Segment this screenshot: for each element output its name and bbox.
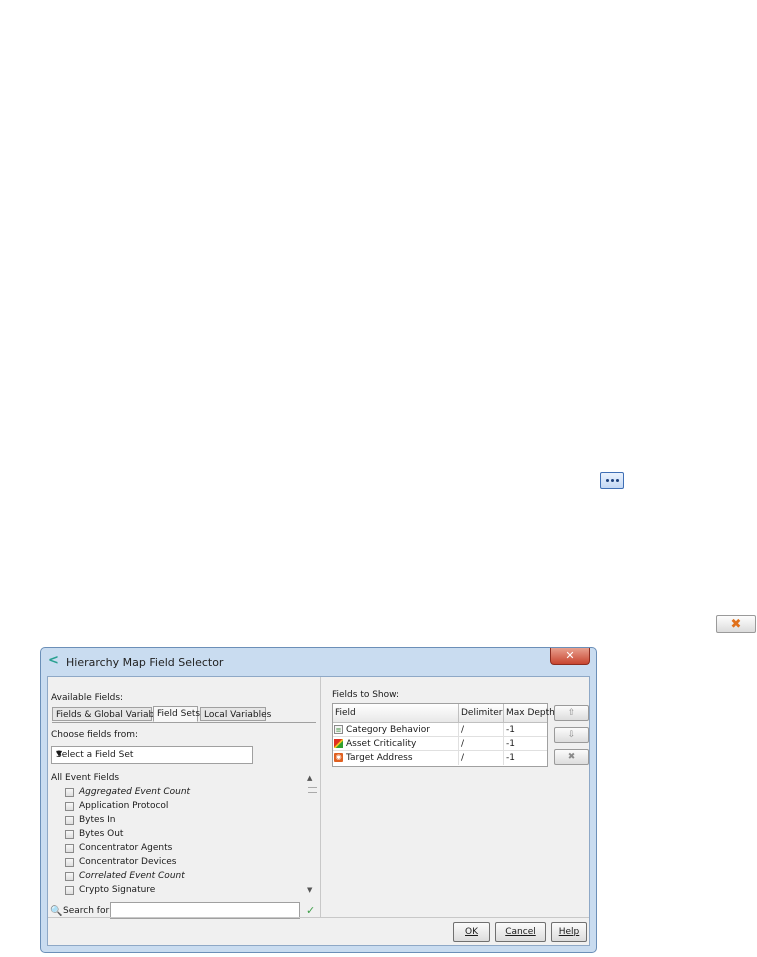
checkbox[interactable] <box>65 843 74 853</box>
field-selector-dialog: < Hierarchy Map Field Selector ✕ Availab… <box>40 647 597 953</box>
list-item[interactable]: Concentrator Devices <box>65 855 177 869</box>
dialog-footer: OK Cancel Help <box>48 917 589 946</box>
list-item-label: Application Protocol <box>79 801 169 811</box>
dialog-body: Available Fields: Fields & Global Variab… <box>47 676 590 946</box>
column-header-delimiter[interactable]: Delimiter <box>459 704 504 723</box>
checkbox[interactable] <box>65 801 74 811</box>
tab-field-sets[interactable]: Field Sets <box>153 706 200 722</box>
title-bar: < Hierarchy Map Field Selector ✕ <box>41 648 596 676</box>
column-header-field[interactable]: Field <box>333 704 459 723</box>
move-up-button[interactable]: ⇧ <box>554 705 589 721</box>
ok-button[interactable]: OK <box>453 922 490 942</box>
cancel-button[interactable]: Cancel <box>495 922 546 942</box>
fields-to-show-panel: Fields to Show: Field Delimiter Max Dept… <box>320 677 589 917</box>
remove-button[interactable]: ✖ <box>716 615 756 633</box>
check-icon[interactable]: ✓ <box>306 904 315 917</box>
list-item-label: Correlated Event Count <box>79 871 185 881</box>
criticality-icon <box>334 739 343 748</box>
search-label: Search for: <box>63 906 113 916</box>
list-item-label: Bytes In <box>79 815 116 825</box>
dot-icon <box>615 479 619 482</box>
arrow-down-icon: ⇩ <box>567 730 576 740</box>
table-row[interactable]: ◉ Target Address / -1 <box>333 751 547 765</box>
list-item[interactable]: Concentrator Agents <box>65 841 172 855</box>
delimiter-cell: / <box>459 751 504 765</box>
close-button[interactable]: ✕ <box>550 648 590 665</box>
list-item-label: Concentrator Devices <box>79 857 177 867</box>
remove-field-button[interactable]: ✖ <box>554 749 589 765</box>
ellipsis-button[interactable] <box>600 472 624 489</box>
list-item[interactable]: Bytes Out <box>65 827 123 841</box>
arrow-up-icon: ⇧ <box>567 708 576 718</box>
table-row[interactable]: Asset Criticality / -1 <box>333 737 547 751</box>
help-button[interactable]: Help <box>551 922 587 942</box>
checkbox[interactable] <box>65 787 74 797</box>
field-cell: Asset Criticality <box>346 737 459 751</box>
delimiter-cell: / <box>459 737 504 751</box>
list-item-label: Aggregated Event Count <box>79 787 191 797</box>
tab-local-variables[interactable]: Local Variables <box>200 707 271 721</box>
delete-x-icon: ✖ <box>567 752 576 762</box>
depth-cell: -1 <box>506 725 515 735</box>
depth-cell: -1 <box>506 753 515 763</box>
list-item-label: Concentrator Agents <box>79 843 173 853</box>
available-fields-label: Available Fields: <box>51 693 124 703</box>
fields-to-show-label: Fields to Show: <box>332 690 400 700</box>
field-cell: Target Address <box>346 751 459 765</box>
dot-icon <box>605 479 609 482</box>
search-icon: 🔍 <box>50 906 63 917</box>
list-item[interactable]: Aggregated Event Count <box>65 785 190 799</box>
tab-divider <box>52 722 316 723</box>
event-fields-list: All Event Fields Aggregated Event Count … <box>48 773 320 901</box>
ok-label: OK <box>465 927 478 937</box>
delimiter-cell: / <box>459 723 504 737</box>
fields-table: Field Delimiter Max Depth ≡ Category Beh… <box>332 703 555 767</box>
dialog-title: Hierarchy Map Field Selector <box>66 656 224 669</box>
scroll-down-icon[interactable]: ▼ <box>307 886 312 894</box>
dot-icon <box>610 479 614 482</box>
remove-x-icon: ✖ <box>730 616 742 632</box>
choose-fields-label: Choose fields from: <box>51 730 139 740</box>
tab-fields-global-variables[interactable]: Fields & Global Variables <box>52 707 167 721</box>
list-header: All Event Fields <box>51 773 120 783</box>
checkbox[interactable] <box>65 857 74 867</box>
list-item[interactable]: Correlated Event Count <box>65 869 185 883</box>
checkbox[interactable] <box>65 871 74 881</box>
list-item[interactable]: Application Protocol <box>65 799 168 813</box>
cancel-label: Cancel <box>505 927 536 937</box>
scrollbar-thumb[interactable] <box>308 787 317 793</box>
list-item[interactable]: Crypto Signature <box>65 883 155 897</box>
checkbox[interactable] <box>65 885 74 895</box>
list-item[interactable]: Bytes In <box>65 813 115 827</box>
list-item-label: Bytes Out <box>79 829 124 839</box>
hierarchy-map-icon: < <box>48 653 59 668</box>
field-cell: Category Behavior <box>346 723 459 737</box>
list-item-label: Crypto Signature <box>79 885 156 895</box>
dropdown-arrow-icon: ▼ <box>56 749 63 758</box>
address-icon: ◉ <box>334 753 343 762</box>
field-set-select[interactable]: Select a Field Set ▼ <box>51 746 253 764</box>
available-fields-panel: Available Fields: Fields & Global Variab… <box>48 677 321 919</box>
scroll-up-icon[interactable]: ▲ <box>307 774 312 782</box>
column-header-max-depth[interactable]: Max Depth <box>504 704 555 723</box>
move-down-button[interactable]: ⇩ <box>554 727 589 743</box>
checkbox[interactable] <box>65 829 74 839</box>
category-icon: ≡ <box>334 725 343 734</box>
checkbox[interactable] <box>65 815 74 825</box>
help-label: Help <box>558 927 580 937</box>
depth-cell: -1 <box>506 739 515 749</box>
table-row[interactable]: ≡ Category Behavior / -1 <box>333 723 547 737</box>
